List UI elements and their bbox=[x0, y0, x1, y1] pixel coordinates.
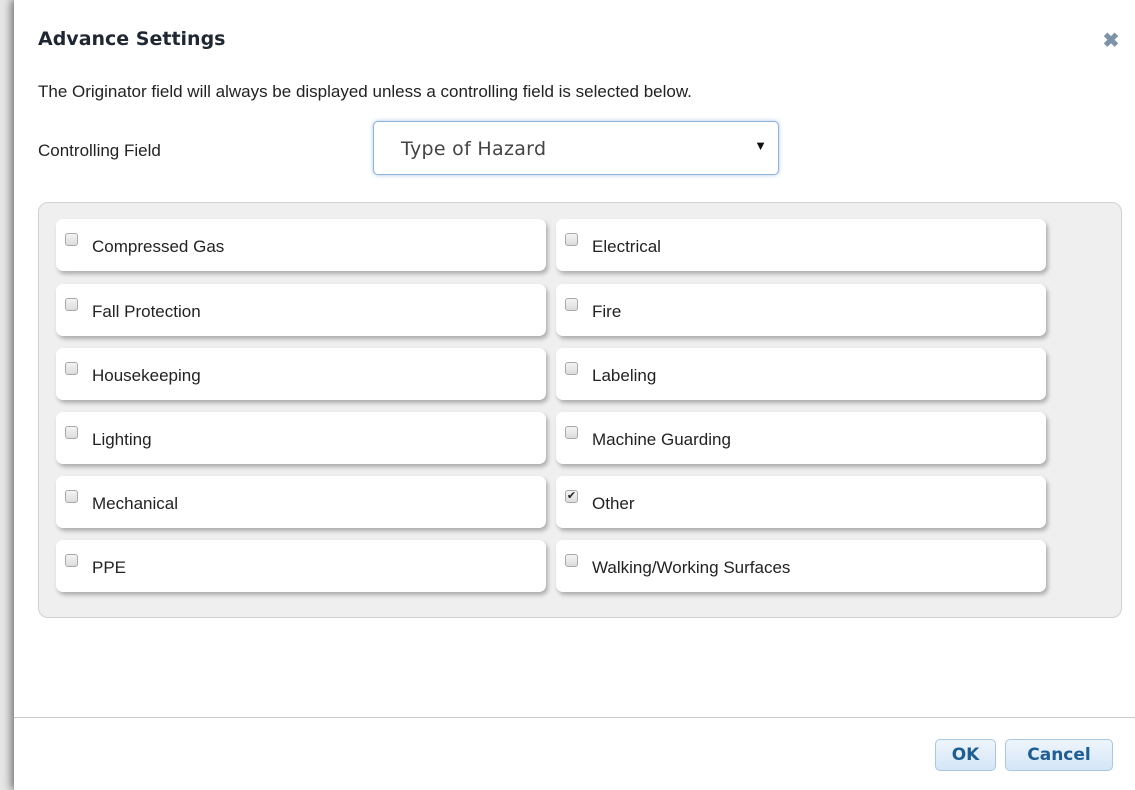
option-label: Electrical bbox=[592, 237, 661, 256]
option-ppe[interactable]: PPE bbox=[56, 540, 546, 592]
controlling-field-value: Type of Hazard bbox=[401, 138, 547, 160]
option-label: Fire bbox=[592, 302, 622, 321]
option-label: Lighting bbox=[92, 430, 152, 449]
dialog-title: Advance Settings bbox=[38, 28, 226, 50]
option-label: Compressed Gas bbox=[92, 237, 225, 256]
chevron-down-icon: ▼ bbox=[754, 138, 767, 153]
checkbox-icon[interactable] bbox=[65, 362, 78, 375]
option-electrical[interactable]: Electrical bbox=[556, 219, 1046, 271]
ok-button[interactable]: OK bbox=[935, 739, 996, 771]
close-icon[interactable]: ✖ bbox=[1101, 31, 1121, 53]
checkbox-icon[interactable] bbox=[65, 554, 78, 567]
option-label: PPE bbox=[92, 558, 127, 577]
controlling-field-label: Controlling Field bbox=[38, 141, 161, 160]
checkbox-icon[interactable] bbox=[565, 298, 578, 311]
checkbox-checked-icon[interactable]: ✔ bbox=[565, 490, 578, 503]
option-label: Mechanical bbox=[92, 494, 178, 513]
checkbox-icon[interactable] bbox=[565, 362, 578, 375]
checkbox-icon[interactable] bbox=[65, 298, 78, 311]
option-housekeeping[interactable]: Housekeeping bbox=[56, 348, 546, 400]
option-label: Machine Guarding bbox=[592, 430, 731, 449]
checkbox-icon[interactable] bbox=[565, 554, 578, 567]
option-walking-working-surfaces[interactable]: Walking/Working Surfaces bbox=[556, 540, 1046, 592]
description-text: The Originator field will always be disp… bbox=[38, 82, 692, 101]
option-label: Fall Protection bbox=[92, 302, 201, 321]
hazard-options-panel: Compressed Gas Electrical Fall Protectio… bbox=[38, 202, 1122, 618]
checkbox-icon[interactable] bbox=[65, 426, 78, 439]
option-machine-guarding[interactable]: Machine Guarding bbox=[556, 412, 1046, 464]
checkbox-icon[interactable] bbox=[65, 233, 78, 246]
cancel-button[interactable]: Cancel bbox=[1005, 739, 1113, 771]
option-label: Walking/Working Surfaces bbox=[592, 558, 791, 577]
option-lighting[interactable]: Lighting bbox=[56, 412, 546, 464]
advance-settings-dialog: Advance Settings ✖ The Originator field … bbox=[14, 0, 1135, 790]
option-labeling[interactable]: Labeling bbox=[556, 348, 1046, 400]
controlling-field-select[interactable]: Type of Hazard ▼ bbox=[373, 121, 779, 175]
footer-divider bbox=[14, 717, 1135, 718]
option-compressed-gas[interactable]: Compressed Gas bbox=[56, 219, 546, 271]
checkbox-icon[interactable] bbox=[565, 426, 578, 439]
checkbox-icon[interactable] bbox=[565, 233, 578, 246]
option-label: Other bbox=[592, 494, 635, 513]
option-label: Housekeeping bbox=[92, 366, 201, 385]
option-fall-protection[interactable]: Fall Protection bbox=[56, 284, 546, 336]
option-label: Labeling bbox=[592, 366, 657, 385]
option-mechanical[interactable]: Mechanical bbox=[56, 476, 546, 528]
checkbox-icon[interactable] bbox=[65, 490, 78, 503]
option-other[interactable]: ✔ Other bbox=[556, 476, 1046, 528]
option-fire[interactable]: Fire bbox=[556, 284, 1046, 336]
